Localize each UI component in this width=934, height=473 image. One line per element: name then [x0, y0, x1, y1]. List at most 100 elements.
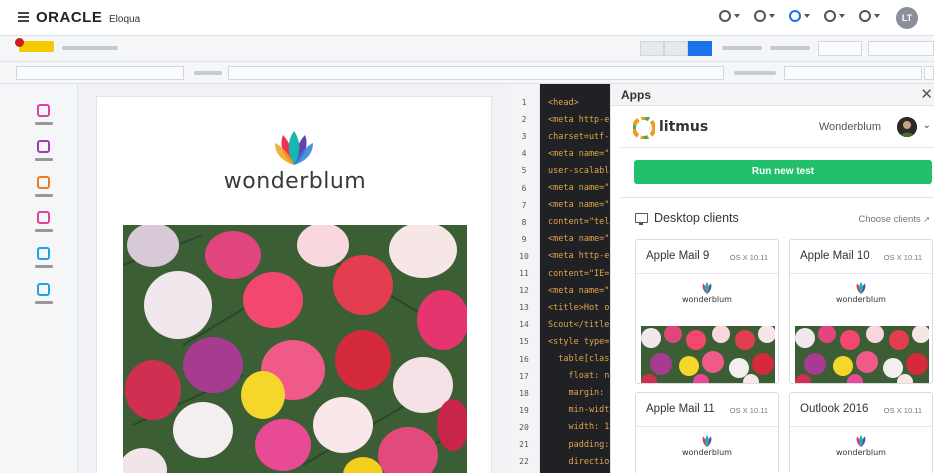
rail-item[interactable]	[35, 247, 53, 268]
line-number: 6	[521, 183, 527, 193]
line-number: 15	[519, 337, 529, 347]
line-number: 19	[519, 405, 529, 415]
tulips-image[interactable]	[123, 225, 467, 473]
line-number: 16	[519, 354, 529, 364]
circle-icon	[754, 10, 766, 22]
sender-field[interactable]	[784, 66, 922, 80]
code-line: margin:	[548, 388, 610, 399]
apps-menu[interactable]	[789, 10, 810, 22]
email-toolbar	[0, 36, 934, 62]
chevron-down-icon	[734, 14, 740, 18]
email-preview[interactable]: wonderblum	[96, 96, 492, 473]
client-preview-image	[641, 326, 775, 383]
tasks-menu[interactable]	[754, 10, 775, 22]
apps-panel: Apps ✕ litmus Wonderblum ⌄ Run new test …	[610, 84, 934, 473]
square-icon	[37, 247, 50, 260]
line-number: 8	[521, 217, 527, 227]
subject-toolbar	[0, 62, 934, 84]
line-number: 11	[519, 269, 529, 278]
code-line: table[clas	[548, 354, 610, 364]
client-brand: wonderblum	[836, 448, 886, 457]
rail-item[interactable]	[35, 211, 53, 232]
notifications-menu[interactable]	[719, 10, 740, 22]
view-tablet-button[interactable]	[664, 41, 688, 56]
client-card[interactable]: Apple Mail 10 OS X 10.11 wonderblum	[789, 239, 933, 384]
chevron-down-icon	[874, 14, 880, 18]
chevron-down-icon	[769, 14, 775, 18]
code-line: <meta http-e	[548, 114, 610, 125]
divider	[621, 197, 934, 198]
square-icon	[37, 211, 50, 224]
circle-icon	[859, 10, 871, 22]
menu-icon[interactable]	[18, 12, 29, 22]
code-line: directio	[548, 456, 610, 467]
apps-panel-header: Apps ✕	[611, 84, 934, 106]
square-icon	[37, 283, 50, 296]
line-number: 4	[521, 149, 527, 159]
toolbar-button[interactable]	[818, 41, 862, 56]
preheader-field[interactable]	[228, 66, 724, 80]
view-mobile-button[interactable]	[640, 41, 664, 56]
square-icon	[37, 176, 50, 189]
tulips-photo	[123, 225, 467, 473]
client-brand: wonderblum	[682, 295, 732, 304]
choose-clients-link[interactable]: Choose clients ↗	[858, 214, 930, 225]
litmus-app-row: litmus Wonderblum ⌄	[621, 108, 934, 148]
code-line: <head>	[548, 97, 579, 108]
tulips-thumbnail	[795, 326, 929, 383]
monitor-icon	[635, 213, 648, 225]
line-number: 20	[519, 422, 529, 432]
code-line: width: 1	[548, 422, 610, 433]
line-number: 18	[519, 388, 529, 398]
toolbar-button[interactable]	[868, 41, 934, 56]
line-number: 22	[519, 457, 529, 467]
line-number: 5	[521, 166, 527, 176]
chevron-down-icon[interactable]: ⌄	[923, 120, 931, 131]
client-name: Apple Mail 10	[800, 250, 870, 262]
code-line: padding:	[548, 439, 610, 450]
circle-icon	[719, 10, 731, 22]
code-line: <meta name="	[548, 285, 610, 296]
account-name[interactable]: Wonderblum	[819, 121, 881, 133]
code-line: <meta http-e	[548, 251, 610, 262]
code-line: <meta name="	[548, 183, 610, 193]
account-avatar[interactable]	[897, 117, 917, 137]
rail-item[interactable]	[35, 140, 53, 161]
client-card[interactable]: Apple Mail 11 OS X 10.11 wonderblum	[635, 392, 779, 473]
line-number: 14	[519, 320, 529, 330]
line-number: 13	[519, 303, 529, 313]
subject-field[interactable]	[16, 66, 184, 80]
toolbar-button[interactable]	[924, 66, 934, 80]
line-number: 17	[519, 371, 529, 381]
rail-item[interactable]	[35, 283, 53, 304]
html-code-editor[interactable]: 1 <head> 2 <meta http-e 3 charset=utf- 4 <meta …	[510, 84, 610, 473]
close-icon[interactable]: ✕	[920, 85, 933, 103]
settings-menu[interactable]	[859, 10, 880, 22]
client-brand: wonderblum	[836, 295, 886, 304]
brand-logo: ORACLE	[36, 9, 103, 26]
user-avatar[interactable]: LT	[896, 7, 918, 29]
code-line: <meta name="	[548, 234, 610, 245]
rail-item[interactable]	[35, 176, 53, 197]
circle-icon	[789, 10, 801, 22]
wonderblum-logo-icon	[702, 282, 712, 294]
external-link-icon: ↗	[923, 215, 930, 224]
line-number: 1	[521, 98, 527, 107]
run-new-test-button[interactable]: Run new test	[634, 160, 932, 184]
desktop-clients-title: Desktop clients	[654, 211, 739, 225]
wonderblum-logo-icon	[275, 131, 313, 165]
field-label	[194, 71, 222, 75]
client-os: OS X 10.11	[729, 406, 768, 415]
line-number: 9	[521, 234, 527, 244]
view-desktop-button[interactable]	[688, 41, 712, 56]
help-menu[interactable]	[824, 10, 845, 22]
code-line: min-widt	[548, 405, 610, 416]
code-line: content="tel	[548, 217, 610, 228]
code-line: <meta name="	[548, 148, 610, 159]
client-card[interactable]: Outlook 2016 OS X 10.11 wonderblum	[789, 392, 933, 473]
toolbar-label	[770, 46, 810, 50]
rail-item[interactable]	[35, 104, 53, 125]
chevron-down-icon	[804, 14, 810, 18]
client-card[interactable]: Apple Mail 9 OS X 10.11 wonderblum	[635, 239, 779, 384]
top-header: ORACLE Eloqua LT	[0, 0, 934, 36]
